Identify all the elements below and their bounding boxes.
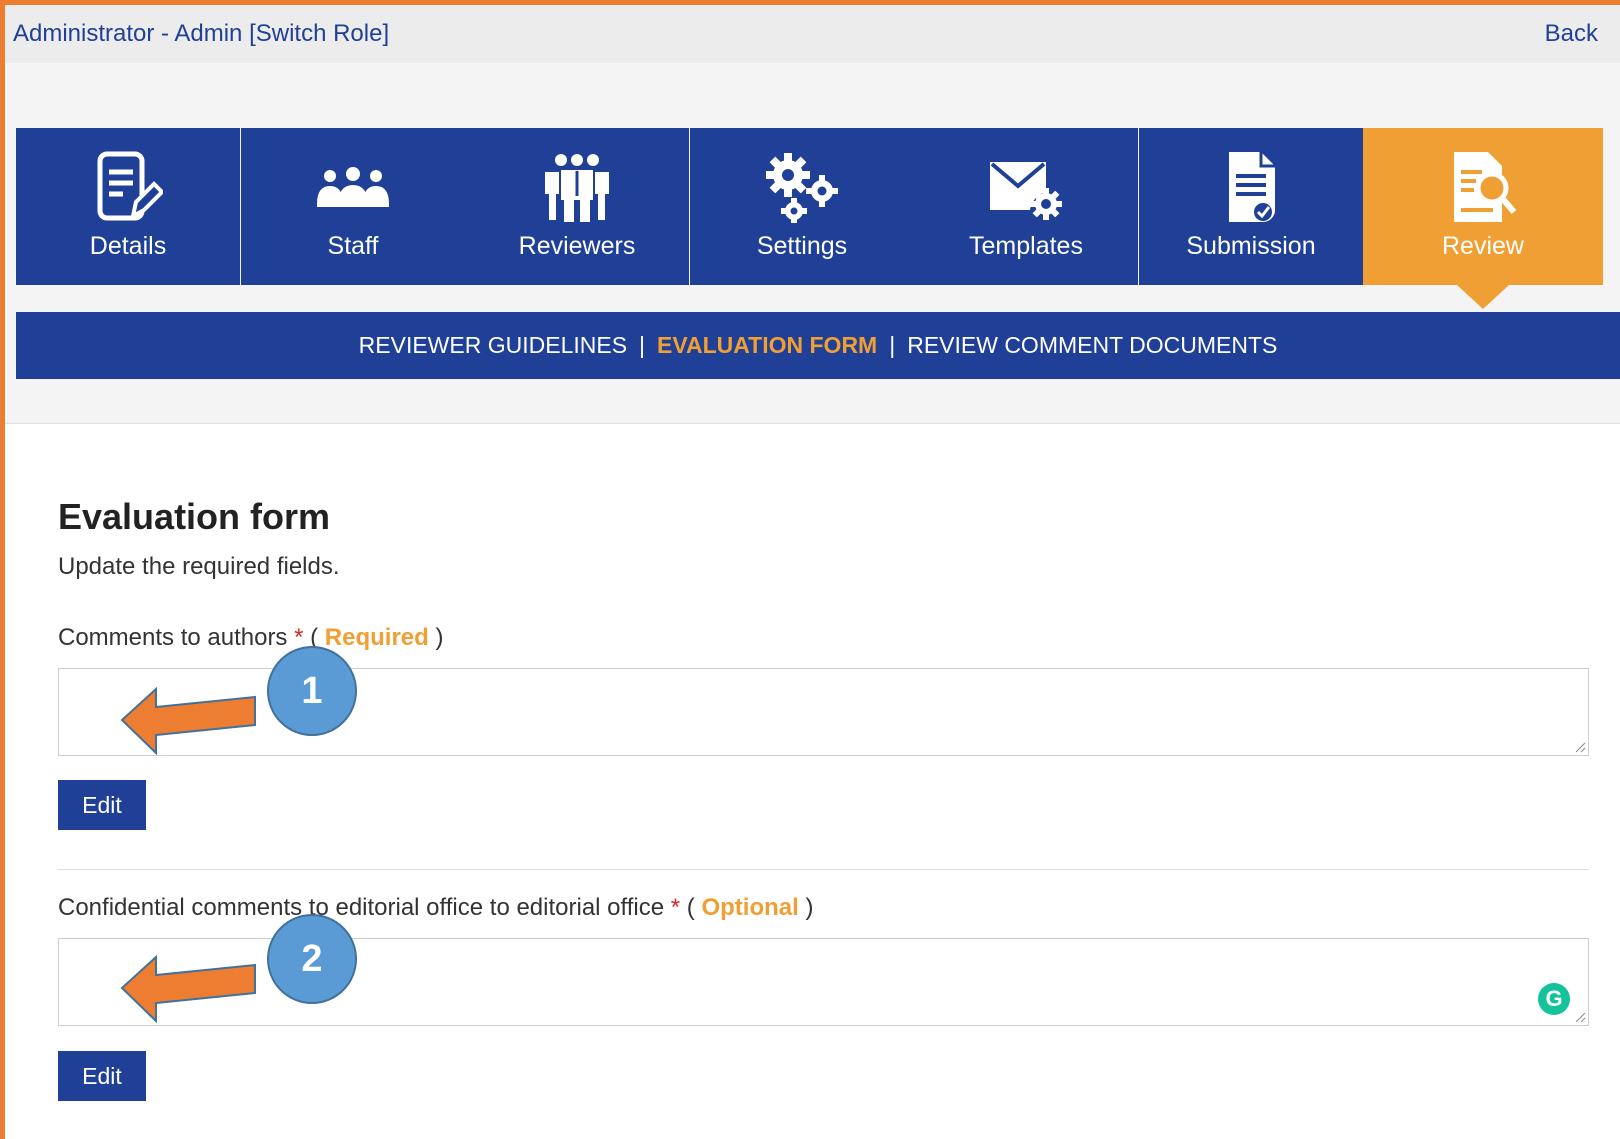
page-subtitle: Update the required fields. — [58, 553, 340, 580]
staff-group-icon — [315, 146, 391, 228]
divider — [58, 869, 1589, 870]
annotation-arrow-1 — [120, 686, 256, 755]
resize-grip-icon[interactable] — [1574, 1011, 1586, 1023]
resize-grip-icon[interactable] — [1574, 741, 1586, 753]
page-title: Evaluation form — [58, 496, 331, 537]
tab-label: Staff — [327, 232, 379, 260]
back-link[interactable]: Back — [1545, 20, 1598, 48]
gears-icon — [764, 146, 840, 228]
top-bar: Administrator - Admin [Switch Role] Back — [5, 5, 1620, 63]
switch-role-link[interactable]: Administrator - Admin [Switch Role] — [5, 20, 389, 48]
reviewers-group-icon — [542, 146, 612, 228]
comments-to-authors-label: Comments to authors * ( Required ) — [58, 624, 443, 652]
tab-staff[interactable]: Staff — [241, 128, 465, 285]
tab-label: Templates — [969, 232, 1083, 260]
tab-reviewers[interactable]: Reviewers — [465, 128, 689, 285]
tab-label: Details — [89, 232, 167, 260]
paren-close: ) — [435, 624, 444, 651]
optional-tag: Optional — [701, 894, 799, 921]
paren-close: ) — [805, 894, 814, 921]
edit-button[interactable]: Edit — [58, 780, 146, 830]
annotation-arrow-2 — [120, 954, 256, 1023]
subnav-separator: | — [639, 332, 646, 358]
paren-open: ( — [686, 894, 695, 921]
document-edit-icon — [93, 146, 163, 228]
main-tabs: Details Staff Reviewers Settings Templat… — [16, 128, 1620, 309]
required-star: * — [670, 894, 681, 921]
envelope-gear-icon — [986, 146, 1066, 228]
tab-label: Settings — [756, 232, 848, 260]
tab-details[interactable]: Details — [16, 128, 240, 285]
required-tag: Required — [324, 624, 429, 651]
tab-settings[interactable]: Settings — [690, 128, 914, 285]
confidential-comments-label: Confidential comments to editorial offic… — [58, 894, 813, 922]
tab-label: Review — [1442, 232, 1524, 260]
document-check-icon — [1223, 146, 1279, 228]
field-label-text: Comments to authors — [58, 624, 288, 651]
grammarly-icon[interactable]: G — [1538, 983, 1570, 1015]
sub-navigation: REVIEWER GUIDELINES | EVALUATION FORM | … — [16, 312, 1620, 379]
edit-button[interactable]: Edit — [58, 1051, 146, 1101]
subnav-separator: | — [889, 332, 896, 358]
document-search-icon — [1448, 146, 1518, 228]
subnav-evaluation-form[interactable]: EVALUATION FORM — [657, 332, 877, 359]
callout-badge-2: 2 — [267, 914, 357, 1004]
callout-badge-1: 1 — [267, 646, 357, 736]
tab-label: Submission — [1186, 232, 1316, 260]
tab-submission[interactable]: Submission — [1139, 128, 1363, 285]
tab-templates[interactable]: Templates — [914, 128, 1138, 285]
subnav-review-comment-documents[interactable]: REVIEW COMMENT DOCUMENTS — [907, 332, 1277, 359]
field-label-text: Confidential comments to editorial offic… — [58, 894, 665, 921]
tab-label: Reviewers — [518, 232, 636, 260]
tab-review[interactable]: Review — [1363, 128, 1603, 309]
subnav-reviewer-guidelines[interactable]: REVIEWER GUIDELINES — [359, 332, 627, 359]
